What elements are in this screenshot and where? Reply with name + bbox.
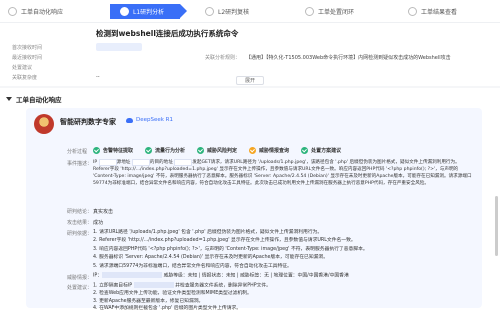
process-label: 分析过程	[67, 149, 88, 155]
field-label: 首次接收时间	[12, 45, 43, 51]
intel-label: 威胁情报：	[67, 275, 93, 281]
warning-icon	[249, 147, 257, 154]
tab-result-view[interactable]: 工单结果查看	[408, 4, 457, 19]
caret-down-icon	[6, 97, 12, 101]
engine-tag: DeepSeek R1	[126, 117, 173, 123]
result-label: 攻击结果：	[67, 220, 93, 226]
tab-auto-response[interactable]: 工单自动化响应	[8, 4, 63, 19]
check-icon	[93, 147, 100, 154]
tab-label: 工单结果查看	[421, 9, 458, 16]
conclusion-label: 研判结论：	[67, 209, 93, 215]
redacted-ip	[133, 282, 174, 288]
expert-avatar	[34, 114, 54, 134]
step-dot-icon	[120, 7, 129, 16]
workflow-stepper: 工单自动化响应 L1研判分析 L2研判复核 工单处置闭环 工单结果查看	[0, 0, 500, 22]
conclusion-value: 真实攻击	[93, 209, 114, 215]
reason-list: 1. 请求URL路径 '/uploads/1.php.jpeg' 包含 '.ph…	[93, 229, 473, 271]
auto-response-section: 工单自动化响应 智能研判数字专家 DeepSeek R1 分析过程 告警特征提取…	[0, 88, 500, 314]
field-label: 关联复杂度	[12, 75, 38, 81]
step-dot-icon	[305, 7, 314, 16]
complexity-value: --	[96, 74, 100, 80]
step-risk-judgement: 威胁风险判定	[197, 147, 237, 154]
redacted-ip	[98, 159, 117, 166]
check-icon	[301, 147, 309, 154]
list-item: 1. 请求URL路径 '/uploads/1.php.jpeg' 包含 '.ph…	[93, 230, 323, 235]
result-value: 成功	[93, 220, 104, 226]
tab-label: 工单处置闭环	[318, 9, 355, 16]
analysis-steps: 告警特征提取 流量行为分析 威胁风险判定 威胁情报查询 处置方案建议	[93, 147, 353, 154]
step-dot-icon	[8, 7, 17, 16]
list-item: 4. 服务器标识 'Server: Apache/2.4.54 (Debian)…	[93, 255, 329, 261]
advice-list: 1. 立即隔离目标IP 并检查服务器文件系统，删除异常PHP文件。 2. 检查W…	[93, 282, 473, 313]
tab-l2-review[interactable]: L2研判复核	[205, 4, 249, 19]
rule-value: 【通用】【特久化-T1505.003Web命令执行环境】内网检测到疑似攻击成功的…	[246, 55, 451, 61]
step-feature-extract: 告警特征提取	[93, 147, 133, 154]
scrollbar-thumb[interactable]	[495, 196, 498, 256]
page: 工单自动化响应 L1研判分析 L2研判复核 工单处置闭环 工单结果查看 检测到w…	[0, 0, 500, 314]
check-icon	[145, 147, 153, 154]
ticket-title: 检测到webshell连接后成功执行系统命令	[96, 29, 239, 38]
step-disposal-advice: 处置方案建议	[301, 147, 341, 154]
list-item: 1. 立即隔离目标IP 并检查服务器文件系统，删除异常PHP文件。	[93, 282, 271, 289]
redacted-ip	[131, 159, 150, 166]
step-dot-icon	[205, 7, 214, 16]
rule-label: 关联分析规则：	[205, 55, 241, 61]
tab-label: 工单自动化响应	[21, 9, 64, 16]
tab-l1-analysis[interactable]: L1研判分析	[110, 4, 187, 19]
reason-label: 研判依据：	[67, 231, 93, 237]
section-title: 工单自动化响应	[16, 96, 62, 104]
deepseek-icon	[126, 117, 133, 123]
first-received-value	[96, 43, 142, 51]
list-item: 4. 在WAF中添加规则拦截包含 '.php' 后缀的图片类型文件上传请求。	[93, 306, 242, 312]
step-intel-query: 威胁情报查询	[249, 147, 289, 154]
tab-label: L1研判分析	[133, 9, 165, 16]
event-description: IP 源地址 的目的地址 发起GET请求，请求URL路径为 '/uploads/…	[93, 159, 472, 186]
step-traffic-analysis: 流量行为分析	[145, 147, 185, 154]
list-item: 2. Referer字段 'http://.../index.php?uploa…	[93, 238, 356, 244]
advice-label: 处置建议：	[67, 285, 93, 291]
list-item: 2. 检查Web应用文件上传功能，验证文件类型检测和MIME类型过滤机制。	[93, 291, 252, 297]
redacted-ip	[102, 272, 163, 278]
check-icon	[197, 147, 205, 154]
section-header[interactable]: 工单自动化响应	[6, 94, 62, 104]
expert-name: 智能研判数字专家	[60, 118, 116, 126]
list-item: 5. 请求源端口59774为非标准端口，结合异常文件名和响应内容，符合自动化攻击…	[93, 263, 292, 269]
tab-disposal-closure[interactable]: 工单处置闭环	[305, 4, 354, 19]
intel-value: IP： 威胁等级：未知 | 情报状态：未知 | 威胁标签：无 | 地理位置：中国…	[93, 272, 349, 279]
ai-expert-card: 智能研判数字专家 DeepSeek R1 分析过程 告警特征提取 流量行为分析 …	[26, 108, 482, 311]
list-item: 3. 响应内容返回PHP代码 '<?php phpinfo(); ?>'，与声明…	[93, 246, 368, 252]
field-label: 最近接收时间	[12, 55, 43, 61]
desc-label: 事件描述：	[67, 161, 93, 167]
expand-label: 展开	[244, 78, 255, 84]
tab-label: L2研判复核	[218, 9, 250, 16]
field-label: 处置建议	[12, 65, 33, 71]
list-item: 3. 更新Apache服务器至最新版本，修复已知漏洞。	[93, 298, 204, 304]
step-dot-icon	[408, 7, 417, 16]
expand-button[interactable]: 展开	[236, 76, 264, 85]
engine-label: DeepSeek R1	[136, 117, 174, 123]
ticket-detail-header: 检测到webshell连接后成功执行系统命令 首次接收时间 最近接收时间 处置建…	[0, 22, 500, 86]
redacted-ip	[174, 159, 193, 166]
